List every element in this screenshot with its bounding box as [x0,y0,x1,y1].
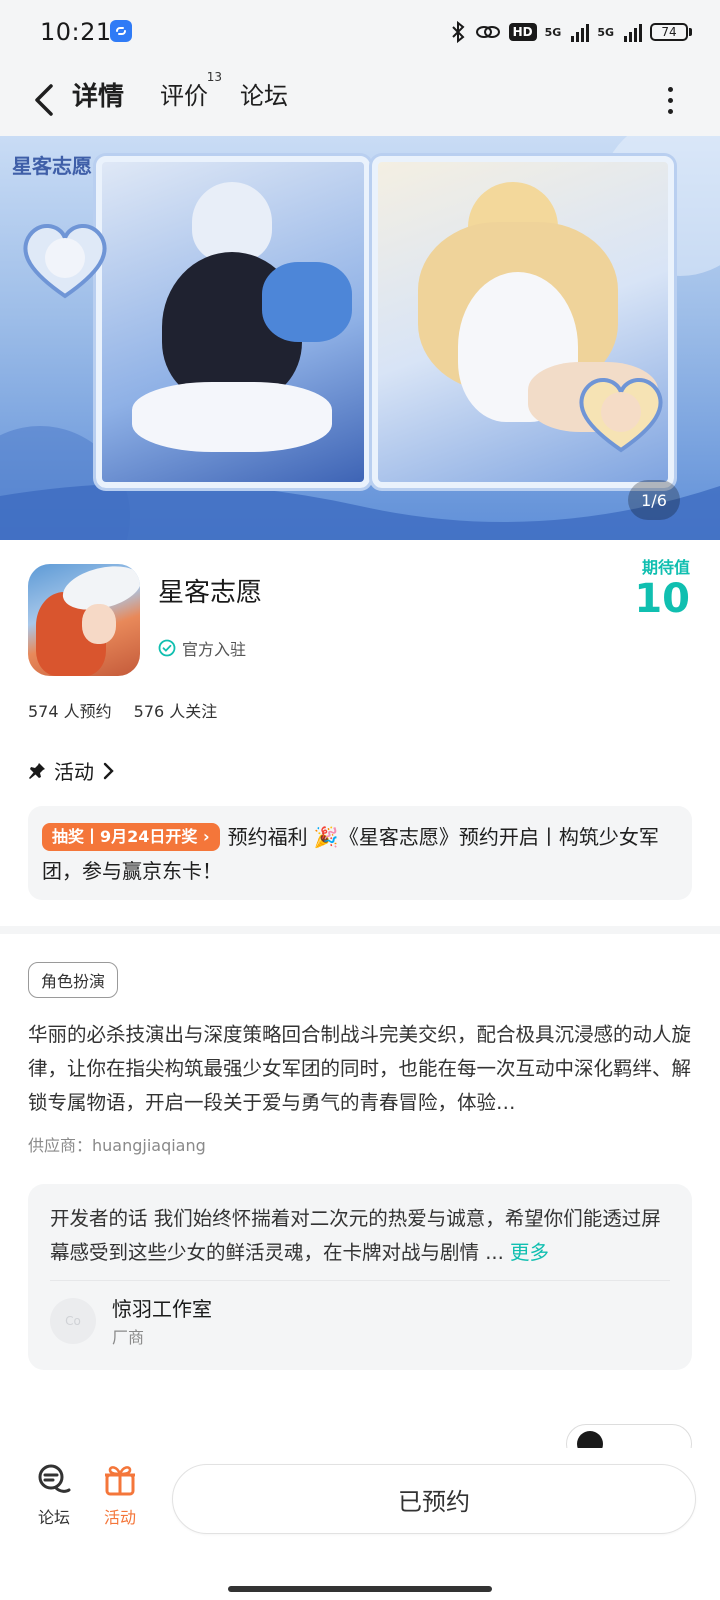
developer-name: 惊羽工作室 [112,1297,212,1321]
developer-words-text: 开发者的话 我们始终怀揣着对二次元的热爱与诚意，希望你们能透过屏幕感受到这些少女… [50,1207,661,1264]
signal-icon-1 [571,22,590,42]
carousel-page-indicator: 1/6 [628,480,680,520]
follower-count: 576 人关注 [133,702,218,721]
bottom-forum-label: 论坛 [37,1508,70,1527]
bottom-activity-label: 活动 [103,1508,136,1527]
status-icons: HD 5G 5G 74 [449,18,692,46]
banner-carousel[interactable]: 星客志愿 1/6 [0,136,720,540]
activity-section-header[interactable]: 活动 [28,756,114,785]
status-time: 10:21 [40,18,112,46]
more-dot-icon [667,86,673,92]
forum-icon [38,1464,71,1493]
bottom-action-bar: 论坛 活动 已预约 [0,1448,720,1600]
developer-words: 开发者的话 我们始终怀揣着对二次元的热爱与诚意，希望你们能透过屏幕感受到这些少女… [50,1202,670,1270]
home-indicator[interactable] [228,1586,492,1592]
top-nav: 详情 评价 13 论坛 [0,64,720,136]
tab-forum[interactable]: 论坛 [240,76,288,111]
game-stats: 574 人预约 576 人关注 [28,698,217,722]
official-badge: 官方入驻 [158,636,246,660]
game-title: 星客志愿 [158,578,263,608]
supplier-info: 供应商：huangjiaqiang [28,1136,206,1155]
network-type-2: 5G [597,25,614,39]
activity-card[interactable]: 抽奖丨9月24日开奖 › 预约福利 🎉《星客志愿》预约开启丨构筑少女军团，参与赢京… [28,806,692,900]
section-divider [0,926,720,934]
reserved-button[interactable]: 已预约 [172,1464,696,1534]
pin-icon [29,762,45,779]
developer-avatar: Co [50,1297,96,1344]
battery-icon: 74 [650,23,692,41]
tab-reviews-count: 13 [206,70,222,84]
expectation-label: 期待值 [641,558,690,577]
game-description[interactable]: 华丽的必杀技演出与深度策略回合制战斗完美交织，配合极具沉浸感的动人旋律，让你在指… [28,1018,692,1120]
gift-icon [105,1466,135,1496]
tab-reviews[interactable]: 评价 13 [160,70,222,111]
app-notification-icon [110,20,132,42]
banner-character-card-left [96,156,370,488]
more-options-button[interactable] [660,80,680,120]
genre-tag[interactable]: 角色扮演 [28,962,119,998]
game-app-icon [28,564,140,676]
link-icon [475,26,500,38]
signal-icon-2 [624,22,642,42]
chevron-left-icon [35,84,53,116]
battery-level: 74 [650,23,688,41]
banner-logo-text: 星客志愿 [12,154,92,178]
bluetooth-icon [451,20,465,44]
developer-card: 开发者的话 我们始终怀揣着对二次元的热爱与诚意，希望你们能透过屏幕感受到这些少女… [28,1184,692,1370]
tab-reviews-label: 评价 [160,82,208,110]
back-button[interactable] [24,78,64,122]
lottery-tag-label: 抽奖丨9月24日开奖 [52,827,198,846]
reservation-count: 574 人预约 [28,702,112,721]
tab-detail[interactable]: 详情 [70,76,127,113]
bottom-forum-button[interactable]: 论坛 [24,1462,84,1528]
lottery-tag: 抽奖丨9月24日开奖 › [42,823,220,851]
status-bar: 10:21 HD 5G 5G 74 [0,0,720,64]
developer-divider [50,1280,670,1281]
official-label: 官方入驻 [182,640,247,659]
tab-detail-label: 详情 [72,82,125,112]
activity-header-label: 活动 [54,760,94,784]
banner-heart-portrait-left [23,224,107,299]
check-circle-icon [158,639,176,657]
expectation-value: 10 [634,576,690,622]
tab-forum-label: 论坛 [240,82,288,110]
bottom-activity-button[interactable]: 活动 [90,1462,150,1528]
developer-row[interactable]: Co 惊羽工作室 厂商 [50,1293,670,1348]
network-type-1: 5G [544,25,562,39]
more-link[interactable]: 更多 [510,1241,549,1264]
developer-role: 厂商 [112,1328,145,1347]
chevron-right-icon [103,762,114,779]
hd-voice-icon: HD [508,23,537,41]
banner-heart-portrait-right [579,378,663,453]
